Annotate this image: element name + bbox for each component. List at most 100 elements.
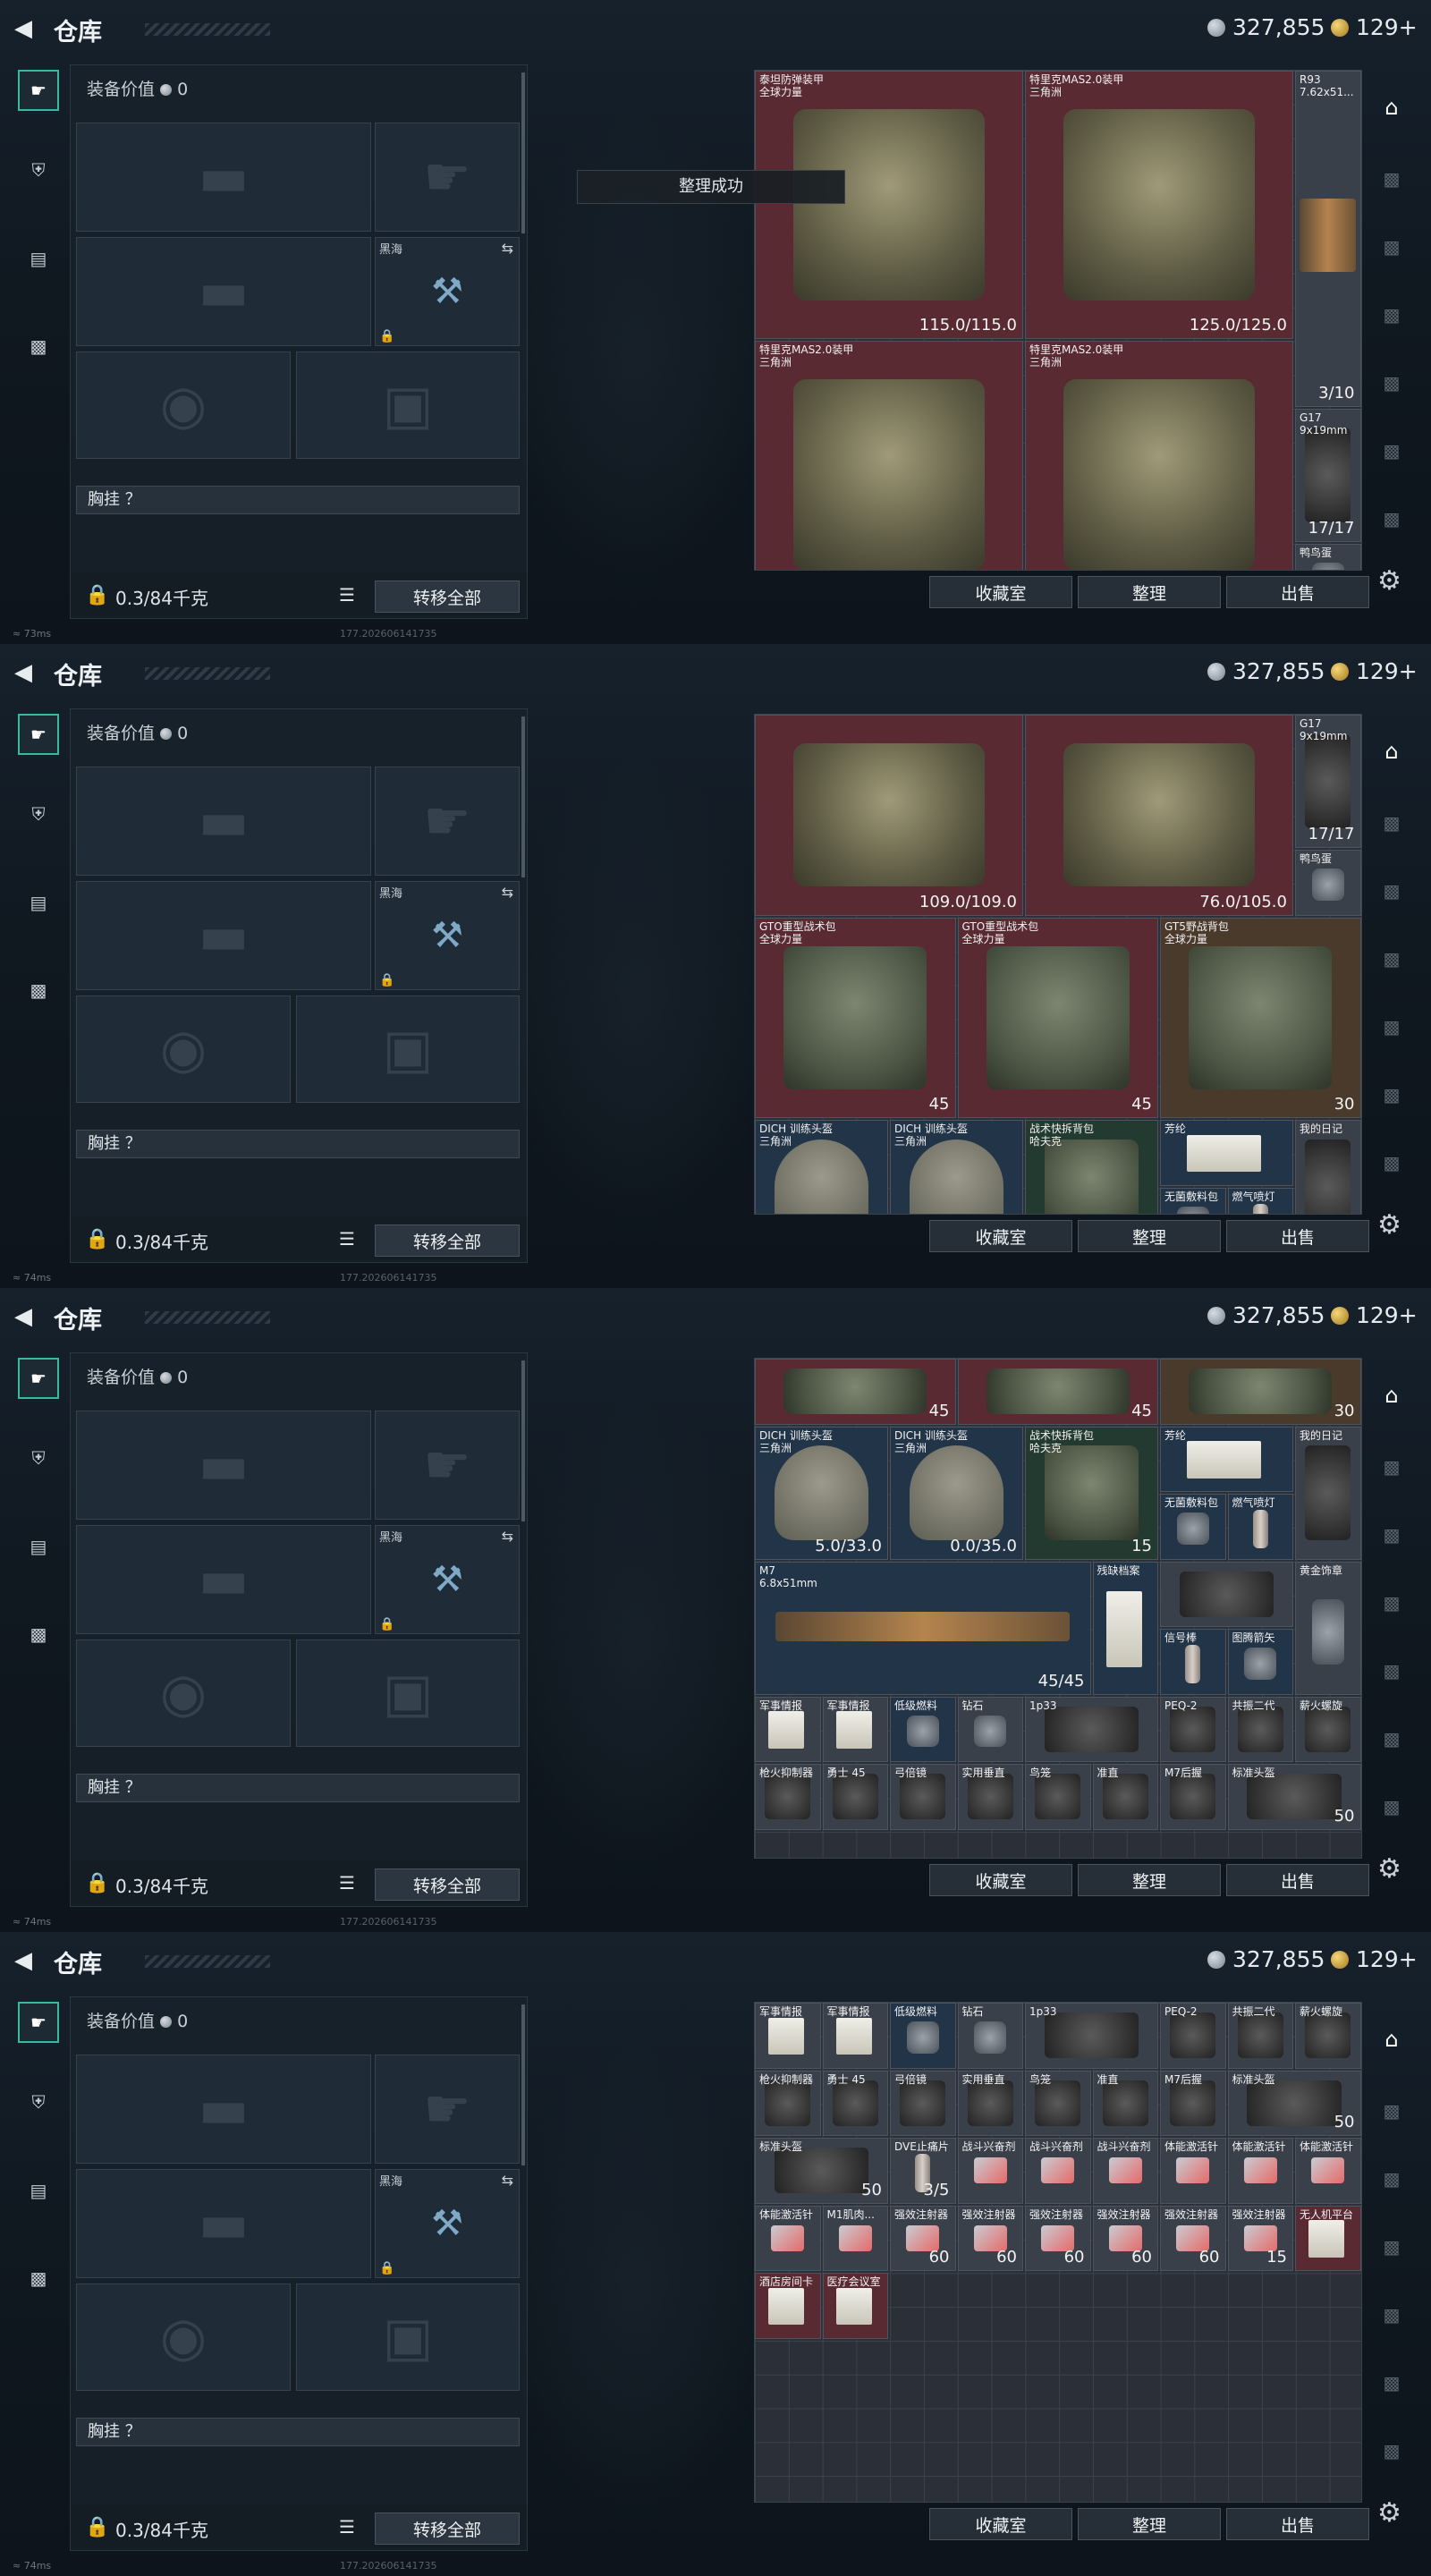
swap-icon[interactable]: ⇆ [502,884,513,901]
stash-grid[interactable]: 109.0/109.0 76.0/105.0 G17 9x19mm 17/17 鸭鸟蛋 G… [754,714,1362,1215]
transfer-all-button[interactable]: 转移全部 [375,1868,520,1901]
tab-briefcase[interactable]: ▩ [18,1614,59,1655]
secondary-weapon-slot[interactable]: ▬ [76,237,371,346]
sort-button[interactable]: 整理 [1078,2508,1221,2540]
stash-item[interactable]: 战术快拆背包 哈夫克 [1025,1120,1158,1214]
swap-icon[interactable]: ⇆ [502,1528,513,1545]
category-icon[interactable]: ▩ [1372,1515,1411,1555]
stash-item[interactable]: DICH 训练头盔 三角洲 0.0/35.0 [890,1426,1023,1560]
stash-item[interactable]: 共振二代 [1227,1696,1293,1762]
stash-item[interactable]: 军事情报 [755,2003,821,2069]
stash-item[interactable]: GT5野战背包 全球力量 30 [1160,917,1361,1118]
tab-armor[interactable]: ⛨ [18,150,59,191]
stash-item[interactable]: 钻石 [957,1696,1023,1762]
secondary-weapon-slot[interactable]: ▬ [76,881,371,990]
stash-item[interactable]: GTO重型战术包 全球力量 45 [755,917,956,1118]
stash-item[interactable]: 残缺档案 [1092,1561,1158,1695]
chest-rig-row[interactable]: 胸挂 ？ [76,2418,520,2446]
stash-item[interactable]: 强效注射器 15 [1227,2205,1293,2271]
settings-gear-icon[interactable]: ⚙ [1377,1209,1401,1241]
melee-slot[interactable]: 黑海 ⚒ 🔒 ⇆ [375,2169,520,2278]
sell-button[interactable]: 出售 [1226,1864,1369,1896]
category-icon[interactable]: ▩ [1372,2363,1411,2402]
chest-rig-row[interactable]: 胸挂 ？ [76,1774,520,1802]
stash-item[interactable]: 强效注射器 60 [1092,2205,1158,2271]
stash-item[interactable]: 我的日记 [1295,1120,1361,1214]
category-icon[interactable]: ▩ [1372,2159,1411,2199]
stash-item[interactable]: PEQ-2 [1160,2003,1226,2069]
stash-item[interactable]: 鸟笼 [1025,2070,1091,2136]
tab-briefcase[interactable]: ▩ [18,970,59,1011]
sort-button[interactable]: 整理 [1078,576,1221,608]
stash-item[interactable]: 芳纶 [1160,1120,1293,1186]
category-icon[interactable]: ▩ [1372,2295,1411,2334]
stash-item[interactable]: 战斗兴奋剂 [1092,2138,1158,2204]
stash-item[interactable]: 标准头盔 50 [1227,1764,1361,1830]
stash-item[interactable]: 体能激活针 [755,2205,821,2271]
settings-gear-icon[interactable]: ⚙ [1377,565,1401,597]
sort-button[interactable]: 整理 [1078,1220,1221,1252]
loadout-scrollbar[interactable] [521,2004,525,2165]
tab-armor[interactable]: ⛨ [18,794,59,835]
stash-item[interactable]: 我的日记 [1295,1426,1361,1560]
stash-item[interactable]: G17 9x19mm 17/17 [1295,408,1361,542]
stash-item[interactable]: 勇士 45 [822,2070,888,2136]
stash-item[interactable]: 强效注射器 60 [890,2205,956,2271]
stash-item[interactable]: 战斗兴奋剂 [957,2138,1023,2204]
stash-item[interactable]: G17 9x19mm 17/17 [1295,715,1361,848]
list-icon[interactable]: ☰ [339,2516,355,2538]
tab-consumables[interactable]: ▤ [18,2170,59,2211]
armor-slot[interactable]: ▣ [296,352,520,459]
swap-icon[interactable]: ⇆ [502,2172,513,2189]
stash-item[interactable]: 弓倍镜 [890,2070,956,2136]
stash-item[interactable]: 枪火抑制器 [755,2070,821,2136]
back-arrow-icon[interactable]: ◀ [14,1948,38,1973]
primary-weapon-slot[interactable]: ▬ [76,767,371,876]
stash-grid[interactable]: 军事情报 军事情报 低级燃料 钻石 1p33 PEQ-2 共振二代 薪火螺旋 枪火抑制器 勇士 4… [754,2002,1362,2503]
secondary-weapon-slot[interactable]: ▬ [76,1525,371,1634]
category-icon[interactable]: ▩ [1372,1075,1411,1114]
stash-item[interactable]: 强效注射器 60 [1160,2205,1226,2271]
stash-item[interactable]: 76.0/105.0 [1025,715,1293,916]
stash-item[interactable]: 信号棒 [1160,1629,1226,1695]
stash-item[interactable]: 实用垂直 [957,2070,1023,2136]
category-icon[interactable]: ▩ [1372,1719,1411,1758]
stash-item[interactable]: 无菌敷料包 [1160,1494,1226,1560]
loadout-scrollbar[interactable] [521,1360,525,1521]
stash-item[interactable]: PEQ-2 [1160,1696,1226,1762]
gold-currency[interactable]: 129+ [1331,14,1418,40]
stash-item[interactable]: M7后握 [1160,1764,1226,1830]
chest-rig-row[interactable]: 胸挂 ？ [76,486,520,514]
chest-rig-row[interactable]: 胸挂 ？ [76,1130,520,1158]
stash-item[interactable]: 燃气喷灯 [1227,1494,1293,1560]
collection-room-button[interactable]: 收藏室 [929,1864,1072,1896]
sell-button[interactable]: 出售 [1226,576,1369,608]
category-icon[interactable]: ▩ [1372,871,1411,911]
pistol-slot[interactable]: ☛ [375,1411,520,1520]
stash-item[interactable]: 强效注射器 60 [957,2205,1023,2271]
category-icon[interactable]: ▩ [1372,363,1411,402]
stash-item[interactable]: 战斗兴奋剂 [1025,2138,1091,2204]
stash-item[interactable]: 薪火螺旋 [1295,2003,1361,2069]
category-icon[interactable]: ▩ [1372,1447,1411,1487]
sell-button[interactable]: 出售 [1226,2508,1369,2540]
category-icon[interactable]: ▩ [1372,803,1411,843]
category-icon[interactable]: ▩ [1372,431,1411,470]
collection-room-button[interactable]: 收藏室 [929,1220,1072,1252]
stash-item[interactable]: 黄金饰章 [1295,1561,1361,1695]
armor-slot[interactable]: ▣ [296,2284,520,2391]
stash-home-icon[interactable]: ⌂ [1372,2020,1411,2059]
stash-item[interactable]: 枪火抑制器 [755,1764,821,1830]
stash-home-icon[interactable]: ⌂ [1372,732,1411,771]
stash-item[interactable]: 战术快拆背包 哈夫克 15 [1025,1426,1158,1560]
stash-item[interactable]: 医疗会议室 [822,2273,888,2339]
category-icon[interactable]: ▩ [1372,939,1411,979]
tab-consumables[interactable]: ▤ [18,1526,59,1567]
stash-item[interactable]: 实用垂直 [957,1764,1023,1830]
back-arrow-icon[interactable]: ◀ [14,1304,38,1329]
stash-item[interactable]: 低级燃料 [890,1696,956,1762]
stash-item[interactable]: R93 7.62x51... 3/10 [1295,71,1361,407]
stash-item[interactable]: DICH 训练头盔 三角洲 [755,1120,888,1214]
tab-weapons[interactable]: ☛ [18,714,59,755]
transfer-all-button[interactable]: 转移全部 [375,580,520,613]
